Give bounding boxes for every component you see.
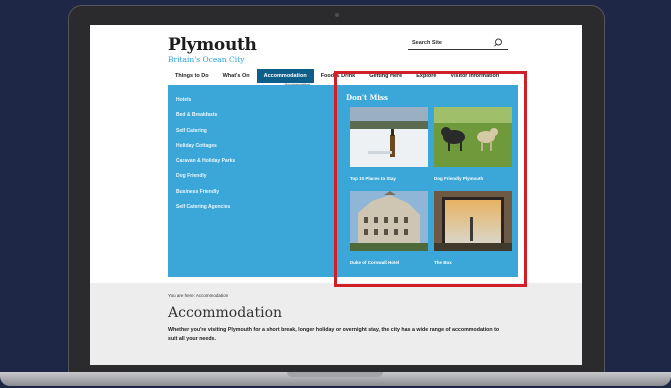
search-icon[interactable] (492, 37, 504, 49)
search-input[interactable]: Search Site (408, 38, 508, 50)
laptop-notch (287, 372, 383, 377)
camera-icon (335, 13, 339, 17)
nav-item-whats-on[interactable]: What's On (216, 69, 257, 83)
site-logo-title[interactable]: Plymouth (168, 35, 257, 55)
menu-link-holiday-cottages[interactable]: Holiday Cottages (176, 139, 235, 154)
page-intro-text: Whether you're visiting Plymouth for a s… (168, 327, 500, 342)
menu-link-dog-friendly[interactable]: Dog Friendly (176, 169, 235, 184)
page-title: Accommodation (168, 305, 283, 321)
menu-link-business-friendly[interactable]: Business Friendly (176, 185, 235, 200)
menu-link-caravan-parks[interactable]: Caravan & Holiday Parks (176, 154, 235, 169)
breadcrumb: You are here: Accommodation (168, 293, 229, 298)
site-logo-tagline: Britain's Ocean City (168, 55, 245, 64)
search-label: Search Site (412, 40, 442, 46)
nav-item-things-to-do[interactable]: Things to Do (168, 69, 216, 83)
page-body-background (90, 283, 582, 365)
mega-menu-links: Hotels Bed & Breakfasts Self Catering Ho… (176, 93, 235, 215)
menu-link-hotels[interactable]: Hotels (176, 93, 235, 108)
menu-link-self-catering-agencies[interactable]: Self Catering Agencies (176, 200, 235, 215)
menu-link-bed-breakfasts[interactable]: Bed & Breakfasts (176, 108, 235, 123)
menu-link-self-catering[interactable]: Self Catering (176, 124, 235, 139)
nav-item-accommodation[interactable]: Accommodation (256, 69, 314, 83)
red-highlight-box (334, 71, 527, 287)
